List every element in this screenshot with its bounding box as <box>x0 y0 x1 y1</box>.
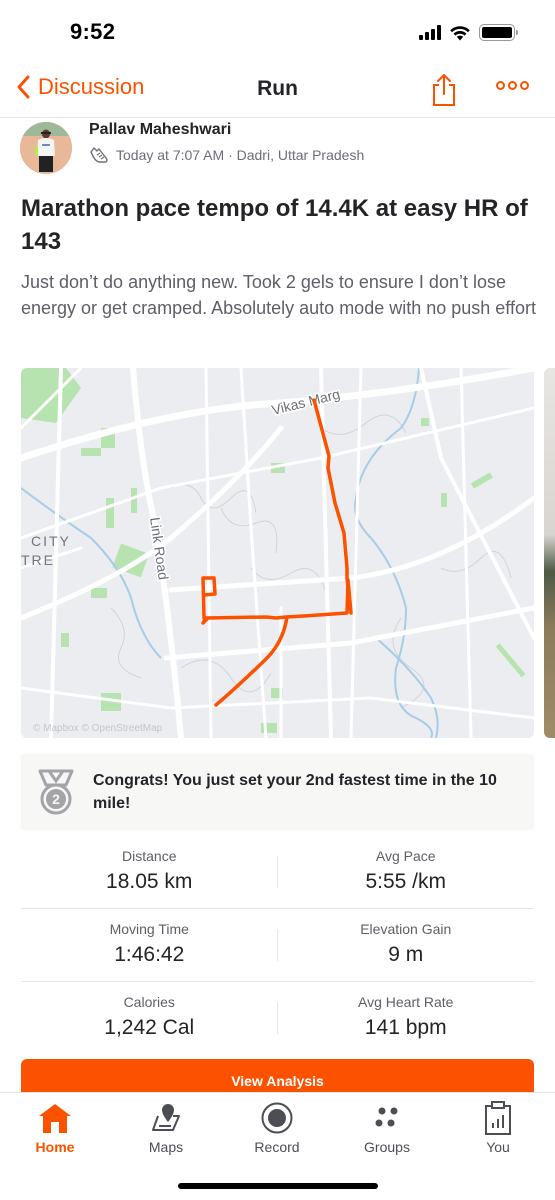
home-icon <box>39 1104 71 1133</box>
map-pin-icon <box>152 1104 180 1131</box>
activity-description: Just don’t do anything new. Took 2 gels … <box>21 272 536 318</box>
chevron-left-icon <box>17 75 30 99</box>
nav-bar: Discussion Run <box>0 62 555 118</box>
stat-elevation-gain: Elevation Gain 9 m <box>360 921 452 966</box>
status-icons <box>419 24 518 41</box>
clipboard-chart-icon <box>485 1101 511 1135</box>
tab-groups[interactable]: Groups <box>342 1101 432 1155</box>
record-icon <box>261 1102 293 1134</box>
stat-moving-time: Moving Time 1:46:42 <box>109 921 189 966</box>
tab-bar: Home Maps Record Groups You <box>0 1092 555 1200</box>
stat-calories: Calories 1,242 Cal <box>104 994 195 1039</box>
status-bar: 9:52 <box>0 0 555 62</box>
groups-icon <box>375 1107 398 1127</box>
stat-divider <box>277 929 278 961</box>
more-horizontal-icon <box>496 81 505 90</box>
achievement-text: Congrats! You just set your 2nd fastest … <box>93 772 497 812</box>
back-button[interactable]: Discussion <box>16 74 144 100</box>
athlete-header: Pallav Maheshwari Today at 7:07 AM · Dad… <box>0 118 555 178</box>
back-label: Discussion <box>38 74 145 99</box>
map-attribution: © Mapbox © OpenStreetMap <box>33 723 163 734</box>
stat-divider <box>277 856 278 888</box>
share-button[interactable] <box>430 72 458 108</box>
athlete-name[interactable]: Pallav Maheshwari <box>89 121 231 139</box>
stat-avg-heart-rate: Avg Heart Rate 141 bpm <box>358 994 454 1039</box>
home-indicator[interactable] <box>178 1183 378 1189</box>
activity-title: Marathon pace tempo of 14.4K at easy HR … <box>21 195 528 255</box>
battery-icon <box>479 24 518 41</box>
stat-avg-pace: Avg Pace 5:55 /km <box>365 848 447 893</box>
route-map[interactable]: Vikas Marg Link Road CITY TRE © Mapbox ©… <box>21 368 534 738</box>
achievement-banner[interactable]: 2 Congrats! You just set your 2nd fastes… <box>21 754 534 830</box>
activity-meta: Today at 7:07 AM · Dadri, Uttar Pradesh <box>89 146 364 164</box>
stat-distance: Distance 18.05 km <box>106 848 193 893</box>
medal-2nd-icon: 2 <box>38 769 74 815</box>
tab-maps[interactable]: Maps <box>121 1101 211 1155</box>
cellular-signal-icon <box>419 25 441 40</box>
media-carousel[interactable]: Vikas Marg Link Road CITY TRE © Mapbox ©… <box>21 368 555 738</box>
stat-divider <box>277 1002 278 1034</box>
stat-row: Distance 18.05 km Avg Pace 5:55 /km <box>21 836 534 909</box>
stat-row: Calories 1,242 Cal Avg Heart Rate 141 bp… <box>21 982 534 1055</box>
map-label-area-1: CITY <box>31 533 71 549</box>
share-icon <box>433 74 455 106</box>
wifi-icon <box>450 25 470 40</box>
activity-photo[interactable] <box>544 368 555 738</box>
avatar[interactable] <box>20 122 72 174</box>
tab-record[interactable]: Record <box>232 1101 322 1155</box>
activity-meta-text: Today at 7:07 AM · Dadri, Uttar Pradesh <box>116 147 365 163</box>
svg-text:2: 2 <box>52 791 60 807</box>
more-button[interactable] <box>496 81 529 90</box>
status-time: 9:52 <box>70 19 116 44</box>
stats-grid: Distance 18.05 km Avg Pace 5:55 /km Movi… <box>21 836 534 1055</box>
stat-row: Moving Time 1:46:42 Elevation Gain 9 m <box>21 909 534 982</box>
run-shoe-icon <box>90 147 108 163</box>
tab-you[interactable]: You <box>453 1101 543 1155</box>
tab-home[interactable]: Home <box>10 1101 100 1155</box>
map-label-area-2: TRE <box>21 552 55 568</box>
